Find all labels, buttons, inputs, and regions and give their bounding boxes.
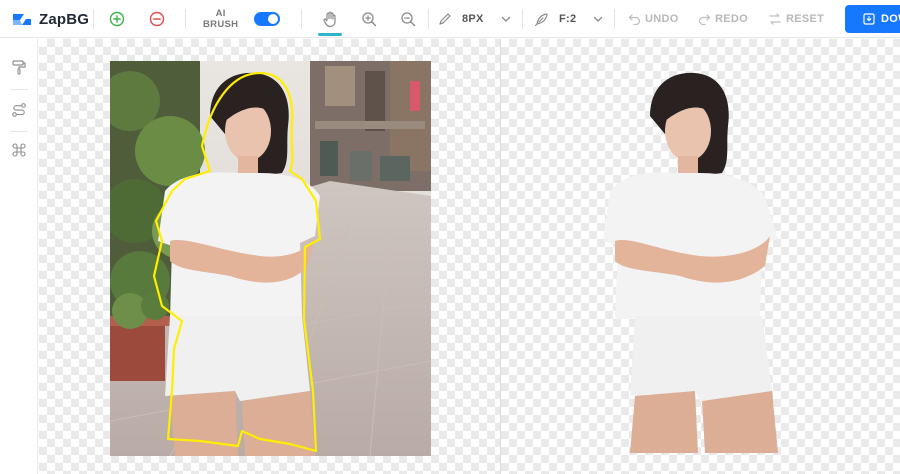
plus-circle-icon [109,11,125,27]
toggle-knob [268,14,278,24]
top-toolbar: ZapBG AI BRUSH 8PX F:2 UNDO REDO RESET D… [0,0,900,38]
toolbar-divider [522,9,523,29]
cutout-result [600,61,800,456]
toggle-track [254,12,280,26]
chevron-down-icon [501,16,510,22]
toolbar-divider [93,9,94,29]
zoom-out-icon [401,12,416,27]
route-icon [12,103,26,117]
zoom-in-button[interactable] [358,0,380,38]
save-icon [863,13,875,25]
command-icon [12,143,26,157]
paint-roller-icon [12,60,26,75]
pencil-icon [439,13,451,25]
toolbar-divider [614,9,615,29]
sidebar-brush-tool[interactable] [10,58,28,76]
reset-label: RESET [786,13,825,25]
undo-button[interactable]: UNDO [628,0,679,38]
sidebar-path-tool[interactable] [10,101,28,119]
toolbar-divider [301,9,302,29]
ai-brush-label: AI BRUSH [203,8,239,30]
ai-brush-toggle[interactable] [254,0,280,38]
remove-area-button[interactable] [146,0,168,38]
download-label: DOWNLOAD [881,13,900,25]
toolbar-divider [428,9,429,29]
sidebar-divider [10,89,28,90]
chevron-down-icon [594,16,603,22]
toolbar-divider [185,9,186,29]
download-button[interactable]: DOWNLOAD [845,5,900,33]
redo-label: REDO [715,13,748,25]
zoom-out-button[interactable] [397,0,419,38]
sidebar-divider [10,131,28,132]
undo-icon [628,14,641,25]
feather-value: F:2 [559,13,577,25]
undo-label: UNDO [645,13,679,25]
minus-circle-icon [149,11,165,27]
hand-icon [323,11,336,27]
active-tool-indicator [318,33,342,36]
brush-size-value: 8PX [462,13,484,25]
feather-dropdown[interactable]: F:2 [534,0,604,38]
zapbg-logo-icon [13,13,31,25]
brush-size-dropdown[interactable]: 8PX [438,0,512,38]
street-photo-illustration [110,61,431,456]
redo-button[interactable]: REDO [698,0,748,38]
redo-icon [698,14,711,25]
app-logo: ZapBG [11,0,89,38]
sidebar-shortcuts[interactable] [10,141,28,159]
zoom-in-icon [362,12,377,27]
feather-icon [534,12,548,26]
original-photo [110,61,431,456]
reset-icon [769,13,781,25]
app-name: ZapBG [39,10,90,28]
reset-button[interactable]: RESET [768,0,824,38]
add-area-button[interactable] [106,0,128,38]
left-sidebar [0,39,38,474]
cutout-person-illustration [603,72,778,453]
